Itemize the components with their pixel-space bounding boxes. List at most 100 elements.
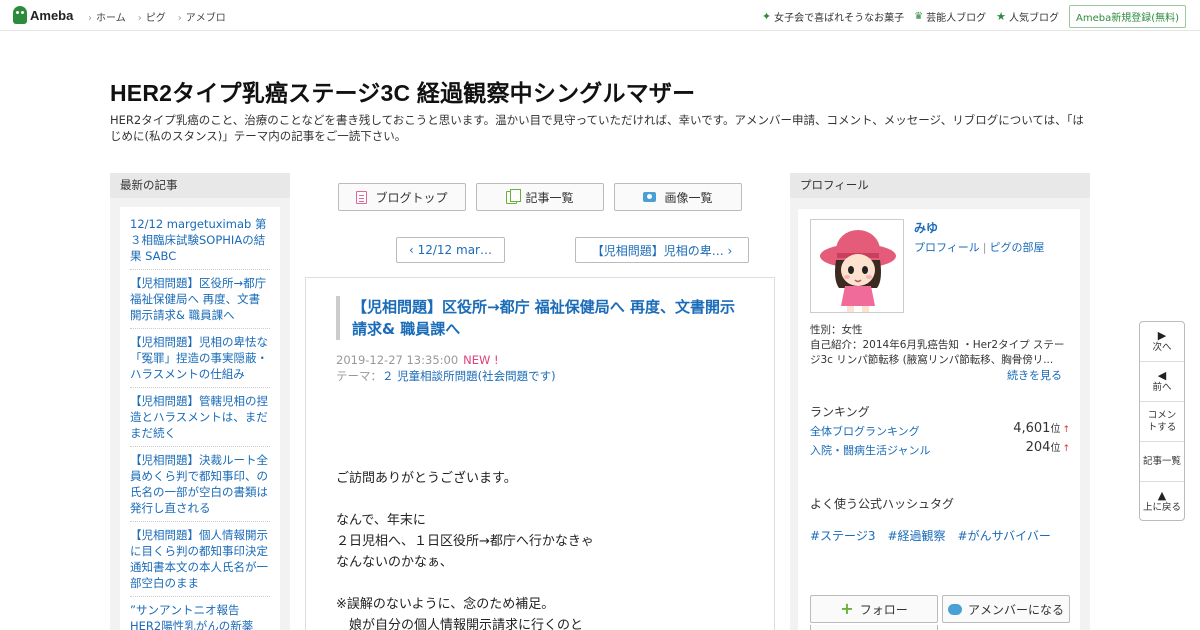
amember-button[interactable]: アメンバーになる bbox=[942, 595, 1070, 623]
recent-article-link[interactable]: 【児相問題】管轄児相の捏造とハラスメントは、まだまだ続く bbox=[130, 388, 270, 447]
recent-articles-heading: 最新の記事 bbox=[110, 173, 290, 198]
float-comment-label: コメントする bbox=[1147, 409, 1177, 433]
pigg-room-link[interactable]: ピグの部屋 bbox=[990, 241, 1045, 254]
blog-title[interactable]: HER2タイプ乳癌ステージ3C 経過観察中シングルマザー bbox=[110, 74, 695, 108]
float-top-label: 上に戻る bbox=[1142, 502, 1181, 513]
recent-article-link[interactable]: 12/12 margetuximab 第３相臨床試験SOPHIAの結果 SABC bbox=[130, 211, 270, 270]
blog-description: HER2タイプ乳癌のこと、治療のことなどを書き残しておこうと思います。温かい目で… bbox=[110, 113, 1084, 143]
top-link-sweets[interactable]: ✦ 女子会で喜ばれそうなお菓子 bbox=[762, 9, 904, 24]
ranking-heading: ランキング bbox=[810, 405, 870, 419]
ranking-up-icon: ↑ bbox=[1062, 425, 1070, 435]
hashtag-list: #ステージ3 #経過観察 #がんサバイバー bbox=[810, 527, 1051, 544]
article-paragraph bbox=[336, 573, 774, 594]
partial-button[interactable] bbox=[810, 625, 938, 630]
ameba-logo-icon bbox=[13, 6, 27, 24]
top-nav-home[interactable]: ホーム bbox=[88, 9, 126, 24]
profile-gender: 性別：女性 bbox=[810, 324, 863, 336]
article-paragraph: なんで、年末に bbox=[336, 513, 426, 528]
image-list-label: 画像一覧 bbox=[664, 190, 713, 205]
article-title[interactable]: 【児相問題】区役所→都庁 福祉保健局へ 再度、文書開示請求& 職員課へ bbox=[336, 296, 736, 340]
top-nav-ameblo[interactable]: アメブロ bbox=[178, 9, 226, 24]
float-comment-button[interactable]: コメントする bbox=[1140, 402, 1184, 442]
register-button[interactable]: Ameba新規登録(無料) bbox=[1068, 5, 1186, 28]
hashtag-link[interactable]: #がんサバイバー bbox=[958, 527, 1051, 544]
profile-link[interactable]: プロフィール bbox=[914, 241, 980, 254]
star-icon: ✦ bbox=[761, 10, 772, 23]
ameba-logo[interactable]: Ameba bbox=[13, 6, 73, 24]
recent-article-link[interactable]: ”サンアントニオ報告 HER2陽性乳がんの新薬 bbox=[130, 597, 270, 630]
ranking-unit: 位 bbox=[1050, 443, 1061, 454]
link-separator: | bbox=[982, 241, 987, 254]
amember-label: アメンバーになる bbox=[967, 602, 1064, 617]
profile-card: みゆ プロフィール | ピグの部屋 性別：女性 自己紹介：2014年6月乳癌告知 ・… bbox=[798, 209, 1080, 630]
article-list-icon bbox=[506, 188, 522, 204]
floating-nav: ▶ 次へ ◀ 前へ コメントする 記事一覧 ▲ 上に戻る bbox=[1139, 321, 1185, 521]
image-list-button[interactable]: 画像一覧 bbox=[614, 183, 742, 211]
prev-article-button[interactable]: ‹ 12/12 mar… bbox=[396, 237, 505, 263]
top-link-popular[interactable]: ★ 人気ブログ bbox=[996, 9, 1059, 24]
article-date: 2019-12-27 13:35:00 bbox=[336, 353, 459, 367]
float-article-list-button[interactable]: 記事一覧 bbox=[1140, 442, 1184, 482]
article-paragraph: ※誤解のないように、念のため補足。 bbox=[336, 597, 555, 612]
float-next-button[interactable]: ▶ 次へ bbox=[1140, 322, 1184, 362]
follow-button[interactable]: + フォロー bbox=[810, 595, 938, 623]
star-icon: ★ bbox=[996, 10, 1006, 23]
hashtag-link[interactable]: #ステージ3 bbox=[810, 527, 875, 544]
article-paragraph: ２日児相へ、１日区役所→都庁へ行かなきゃ bbox=[336, 534, 594, 549]
article-meta: 2019-12-27 13:35:00 NEW ! テーマ：２ 児童相談所問題(社… bbox=[336, 352, 774, 384]
play-right-icon: ▶ bbox=[1157, 328, 1167, 342]
ranking-value: 204位 ↑ bbox=[1026, 439, 1070, 455]
article: 【児相問題】区役所→都庁 福祉保健局へ 再度、文書開示請求& 職員課へ 2019… bbox=[305, 277, 775, 630]
read-more-link[interactable]: 続きを見る bbox=[1007, 367, 1062, 383]
article-paragraph: なんないのかなぁ、 bbox=[336, 555, 453, 570]
ranking-label[interactable]: 入院・闘病生活ジャンル bbox=[810, 444, 930, 457]
recent-article-link[interactable]: 【児相問題】個人情報開示に目くら判の都知事印決定通知書本文の本人氏名が一部空白の… bbox=[130, 522, 270, 597]
top-link-celebrity[interactable]: ♛ 芸能人ブログ bbox=[914, 9, 986, 24]
ranking-value: 4,601位 ↑ bbox=[1013, 420, 1070, 436]
article-theme-link[interactable]: ２ 児童相談所問題(社会問題です) bbox=[382, 369, 556, 383]
article-list-button[interactable]: 記事一覧 bbox=[476, 183, 604, 211]
play-left-icon: ◀ bbox=[1157, 368, 1167, 382]
avatar-illustration bbox=[811, 220, 903, 312]
hashtag-link[interactable]: #経過観察 bbox=[887, 527, 945, 544]
ranking-unit: 位 bbox=[1050, 424, 1061, 435]
play-up-icon: ▲ bbox=[1157, 489, 1167, 502]
camera-icon bbox=[643, 192, 657, 202]
article-paragraph: 娘が自分の個人情報開示請求に行くのと bbox=[336, 618, 584, 630]
float-top-button[interactable]: ▲ 上に戻る bbox=[1140, 482, 1184, 522]
article-paragraph bbox=[336, 489, 774, 510]
profile-name[interactable]: みゆ bbox=[914, 219, 938, 236]
next-article-button[interactable]: 【児相問題】児相の卑… › bbox=[575, 237, 749, 263]
top-right-links: ✦ 女子会で喜ばれそうなお菓子 ♛ 芸能人ブログ ★ 人気ブログ Ameba新規登録(… bbox=[762, 5, 1186, 28]
plus-icon: + bbox=[840, 599, 854, 618]
recent-articles-list: 12/12 margetuximab 第３相臨床試験SOPHIAの結果 SABC… bbox=[120, 207, 280, 630]
chat-bubble-icon bbox=[947, 603, 962, 615]
avatar[interactable] bbox=[810, 219, 904, 313]
top-nav-pigg[interactable]: ピグ bbox=[138, 9, 166, 24]
article-list-label: 記事一覧 bbox=[525, 190, 574, 205]
blog-nav-buttons: ブログトップ 記事一覧 画像一覧 bbox=[338, 183, 742, 211]
ranking-row: 入院・闘病生活ジャンル 204位 ↑ bbox=[810, 439, 1070, 458]
ameba-logo-text: Ameba bbox=[30, 7, 74, 23]
crown-icon: ♛ bbox=[914, 11, 924, 22]
hashtag-heading: よく使う公式ハッシュタグ bbox=[810, 497, 955, 511]
blog-top-button[interactable]: ブログトップ bbox=[338, 183, 466, 211]
recent-article-link[interactable]: 【児相問題】区役所→都庁 福祉保健局へ 再度、文書開示請求& 職員課へ bbox=[130, 270, 270, 329]
ranking-label[interactable]: 全体ブログランキング bbox=[810, 425, 920, 438]
top-link-label: 人気ブログ bbox=[1008, 13, 1059, 24]
top-bar: Ameba ホーム ピグ アメブロ ✦女子会で喜ばれそうなお菓子 ♛芸能人ブログ… bbox=[0, 0, 1200, 31]
right-sidebar: プロフィール みゆ プロフィール | ピグの部屋 性別：女性 自己紹介：2014… bbox=[790, 173, 1090, 630]
top-link-label: 女子会で喜ばれそうなお菓子 bbox=[774, 13, 905, 24]
blog-top-icon bbox=[356, 190, 368, 204]
profile-links: プロフィール | ピグの部屋 bbox=[914, 239, 1045, 255]
profile-intro: 自己紹介：2014年6月乳癌告知 ・Her2タイプ ステージ3c リンパ節転移 … bbox=[810, 339, 1065, 366]
follow-label: フォロー bbox=[859, 602, 908, 617]
float-article-list-label: 記事一覧 bbox=[1142, 455, 1181, 467]
recent-article-link[interactable]: 【児相問題】決裁ルート全員めくら判で都知事印、の氏名の一部が空白の書類は発行し直… bbox=[130, 447, 270, 522]
recent-article-link[interactable]: 【児相問題】児相の卑怯な「冤罪」捏造の事実隠蔽・ハラスメントの仕組み bbox=[130, 329, 270, 388]
float-prev-button[interactable]: ◀ 前へ bbox=[1140, 362, 1184, 402]
float-next-label: 次へ bbox=[1152, 341, 1172, 353]
new-badge: NEW ! bbox=[463, 353, 499, 367]
blog-top-label: ブログトップ bbox=[375, 190, 448, 205]
ranking-row: 全体ブログランキング 4,601位 ↑ bbox=[810, 420, 1070, 439]
